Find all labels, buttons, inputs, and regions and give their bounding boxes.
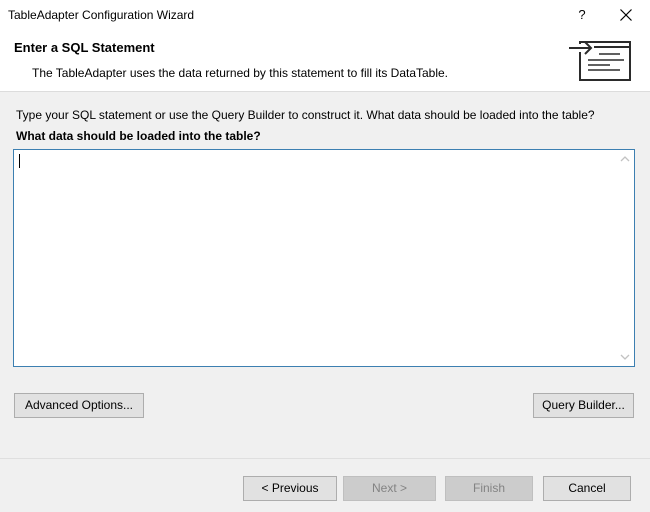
text-caret	[19, 154, 20, 168]
advanced-options-button[interactable]: Advanced Options...	[14, 393, 144, 418]
next-button[interactable]: Next >	[343, 476, 436, 501]
instruction-text: Type your SQL statement or use the Query…	[16, 108, 595, 122]
close-icon	[620, 9, 632, 21]
footer-divider	[0, 458, 650, 459]
help-button[interactable]: ?	[570, 3, 594, 27]
page-description: The TableAdapter uses the data returned …	[32, 66, 449, 80]
sql-statement-icon	[568, 41, 631, 81]
wizard-content: Type your SQL statement or use the Query…	[0, 93, 650, 455]
close-button[interactable]	[612, 3, 640, 27]
sql-field-label: What data should be loaded into the tabl…	[16, 129, 261, 143]
chevron-down-icon[interactable]	[618, 350, 632, 364]
help-icon: ?	[578, 7, 586, 22]
window-title: TableAdapter Configuration Wizard	[8, 8, 195, 22]
wizard-header: Enter a SQL Statement The TableAdapter u…	[0, 30, 650, 92]
query-builder-button[interactable]: Query Builder...	[533, 393, 634, 418]
finish-button[interactable]: Finish	[445, 476, 533, 501]
previous-button[interactable]: < Previous	[243, 476, 337, 501]
cancel-button[interactable]: Cancel	[543, 476, 631, 501]
title-bar: TableAdapter Configuration Wizard ?	[0, 0, 650, 30]
chevron-up-icon[interactable]	[618, 152, 632, 166]
wizard-window: TableAdapter Configuration Wizard ? Ente…	[0, 0, 650, 512]
sql-statement-textarea[interactable]	[13, 149, 635, 367]
page-title: Enter a SQL Statement	[14, 40, 155, 55]
